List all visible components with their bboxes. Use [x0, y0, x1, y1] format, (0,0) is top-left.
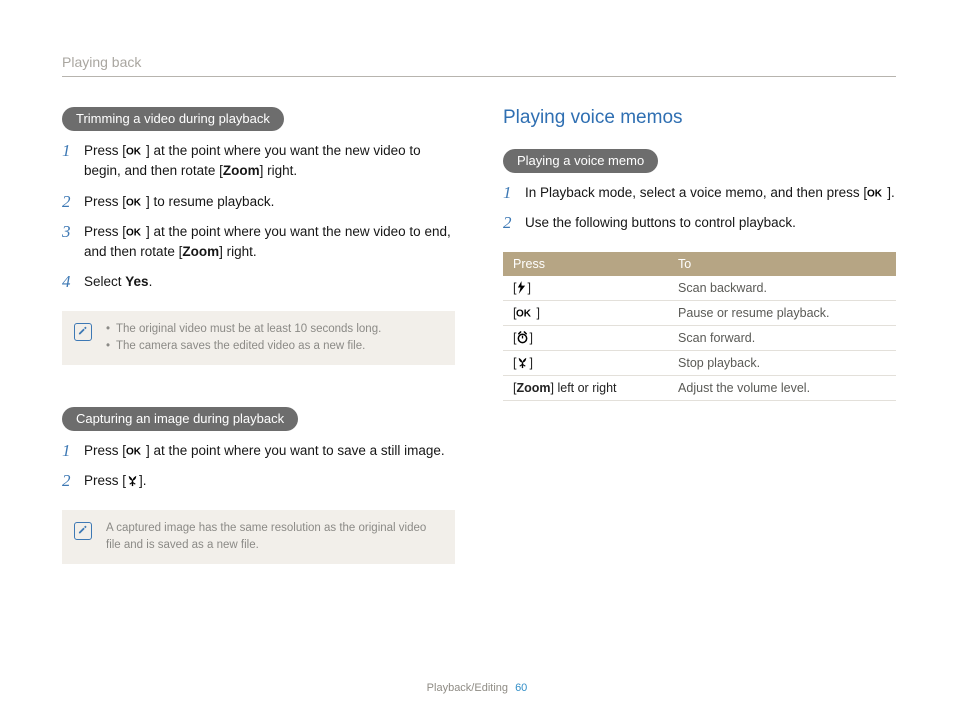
bracket: ] [529, 356, 532, 370]
ok-icon [126, 226, 146, 238]
step-4: Select Yes. [62, 272, 455, 292]
pill-trimming: Trimming a video during playback [62, 107, 284, 131]
text: ] right. [260, 163, 298, 178]
page-number: 60 [515, 682, 527, 694]
cell-to: Adjust the volume level. [668, 375, 896, 400]
note-capturing: A captured image has the same resolution… [62, 510, 455, 565]
text: ] to resume playback. [146, 194, 274, 209]
th-press: Press [503, 252, 668, 276]
text: ]. [887, 185, 895, 200]
steps-capturing: Press [ ] at the point where you want to … [62, 441, 455, 492]
text: In Playback mode, select a voice memo, a… [525, 185, 867, 200]
timer-icon [516, 331, 529, 344]
text: Press [ [84, 224, 126, 239]
text: Select [84, 274, 125, 289]
note-icon [74, 323, 92, 341]
cell-to: Pause or resume playback. [668, 300, 896, 325]
zoom-label: Zoom [223, 163, 260, 178]
text: . [149, 274, 153, 289]
ok-icon [516, 307, 536, 319]
yes-label: Yes [125, 274, 148, 289]
page-footer: Playback/Editing 60 [0, 682, 954, 694]
zoom-label: Zoom [516, 381, 550, 395]
table-row: [Zoom] left or right Adjust the volume l… [503, 375, 896, 400]
steps-trimming: Press [] at the point where you want the… [62, 141, 455, 293]
cell-to: Stop playback. [668, 350, 896, 375]
text: Press [ [84, 443, 126, 458]
text: Press [ [84, 194, 126, 209]
step-1: In Playback mode, select a voice memo, a… [503, 183, 896, 203]
text: ] at the point where you want to save a … [146, 443, 445, 458]
bracket: ] [536, 306, 539, 320]
controls-table: Press To [] Scan backward. [] Pause or r… [503, 252, 896, 401]
ok-icon [126, 196, 146, 208]
table-row: [] Scan backward. [503, 276, 896, 301]
cell-to: Scan backward. [668, 276, 896, 301]
note-item: The original video must be at least 10 s… [106, 321, 381, 338]
step-1: Press [ ] at the point where you want to … [62, 441, 455, 461]
macro-icon [126, 474, 139, 487]
th-to: To [668, 252, 896, 276]
macro-icon [516, 356, 529, 369]
running-header: Playing back [62, 54, 896, 77]
cell-to: Scan forward. [668, 325, 896, 350]
text: Press [ [84, 473, 126, 488]
table-row: [] Stop playback. [503, 350, 896, 375]
right-column: Playing voice memos Playing a voice memo… [503, 107, 896, 592]
bracket: ] [527, 281, 530, 295]
ok-icon [867, 187, 887, 199]
note-icon [74, 522, 92, 540]
pill-voice-memo: Playing a voice memo [503, 149, 658, 173]
steps-voice: In Playback mode, select a voice memo, a… [503, 183, 896, 234]
section-title: Playing voice memos [503, 107, 896, 129]
step-3: Press [] at the point where you want the… [62, 222, 455, 263]
step-2: Press []. [62, 471, 455, 491]
step-2: Press [ ] to resume playback. [62, 192, 455, 212]
note-trimming: The original video must be at least 10 s… [62, 311, 455, 366]
text: Press [ [84, 143, 126, 158]
step-2: Use the following buttons to control pla… [503, 213, 896, 233]
zoom-label: Zoom [182, 244, 219, 259]
text: ] right. [219, 244, 257, 259]
left-column: Trimming a video during playback Press [… [62, 107, 455, 592]
flash-icon [516, 281, 527, 294]
note-item: The camera saves the edited video as a n… [106, 338, 381, 355]
footer-section: Playback/Editing [427, 682, 508, 694]
bracket: ] [529, 331, 532, 345]
table-row: [] Scan forward. [503, 325, 896, 350]
text: ]. [139, 473, 147, 488]
step-1: Press [] at the point where you want the… [62, 141, 455, 182]
note-text: A captured image has the same resolution… [106, 520, 443, 555]
text: ] left or right [551, 381, 617, 395]
table-row: [] Pause or resume playback. [503, 300, 896, 325]
pill-capturing: Capturing an image during playback [62, 407, 298, 431]
ok-icon [126, 145, 146, 157]
ok-icon [126, 445, 146, 457]
